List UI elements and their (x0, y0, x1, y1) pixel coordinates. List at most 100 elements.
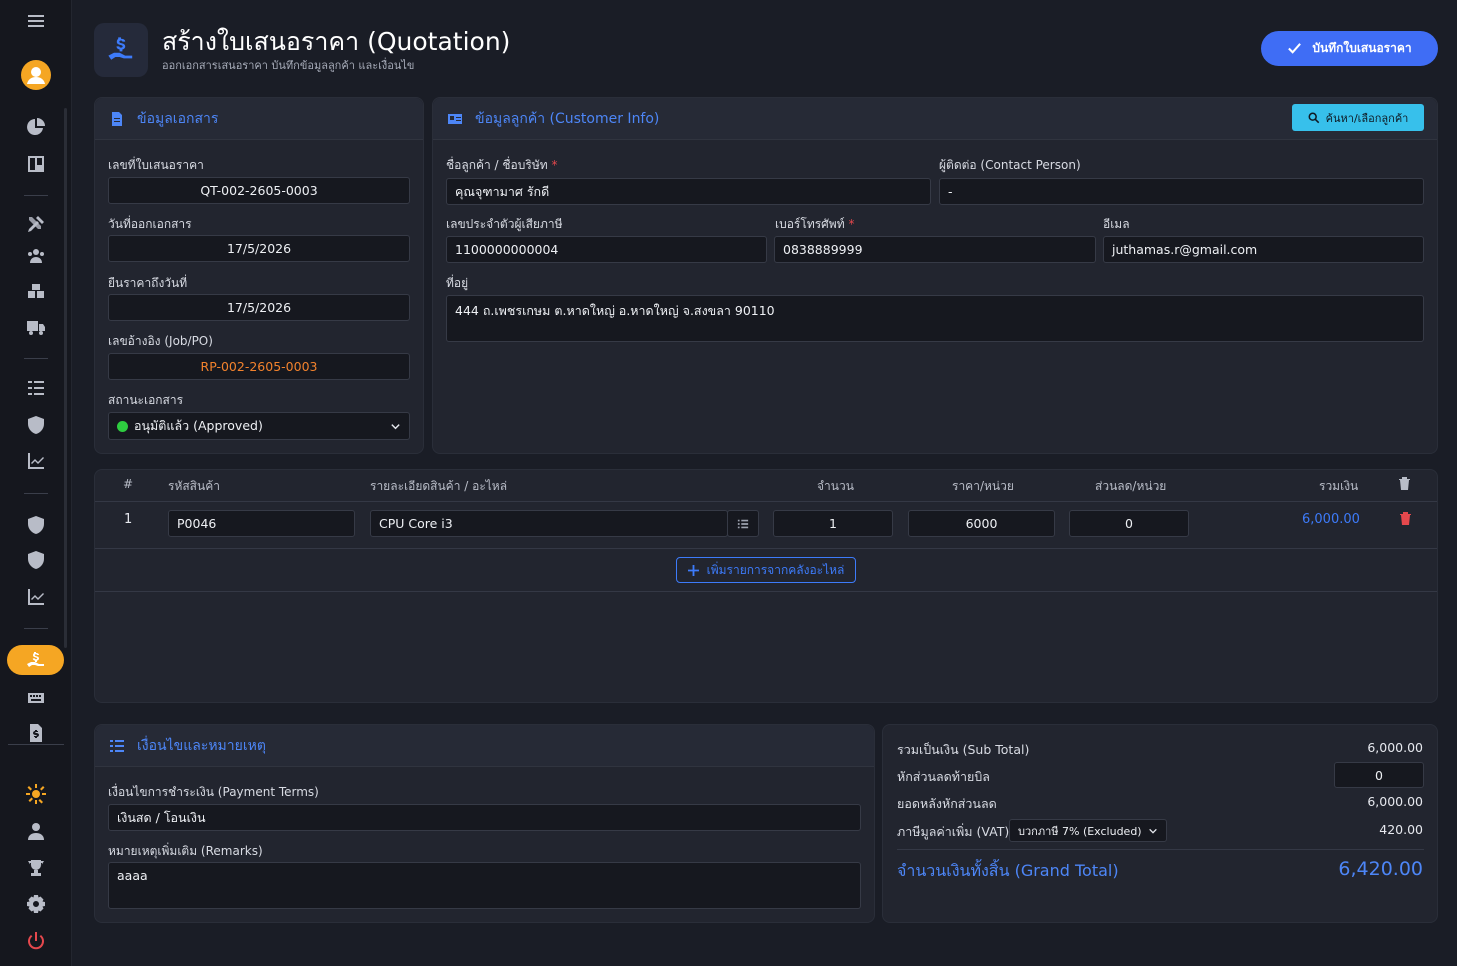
list-icon (737, 519, 749, 528)
col-price-header: ราคา/หน่วย (952, 479, 1014, 493)
delete-row-icon[interactable] (1399, 511, 1412, 525)
vat-select[interactable]: บวกภาษี 7% (Excluded) (1009, 819, 1167, 842)
tax-id-label: เลขประจำตัวผู้เสียภาษี (446, 217, 563, 231)
grand-total-value: 6,420.00 (1338, 858, 1423, 880)
boxes-icon[interactable] (0, 276, 72, 306)
remarks-field[interactable]: aaaa (108, 862, 861, 909)
reference-label: เลขอ้างอิง (Job/PO) (108, 334, 213, 348)
grand-total-label: จำนวนเงินทั้งสิ้น (Grand Total) (897, 861, 1119, 880)
phone-label: เบอร์โทรศัพท์ * (775, 217, 855, 231)
page-subtitle: ออกเอกสารเสนอราคา บันทึกข้อมูลลูกค้า และ… (162, 59, 415, 72)
issue-date-label: วันที่ออกเอกสาร (108, 217, 192, 231)
line-chart-icon[interactable] (0, 446, 72, 476)
col-discount-header: ส่วนลด/หน่วย (1095, 479, 1167, 493)
shield-icon[interactable] (0, 410, 72, 440)
trash-all-icon[interactable] (1398, 476, 1411, 490)
col-code-header: รหัสสินค้า (168, 479, 220, 493)
item-code-field[interactable]: P0046 (168, 510, 355, 537)
file-icon (112, 111, 122, 126)
status-label: สถานะเอกสาร (108, 393, 184, 407)
gear-icon[interactable] (0, 889, 72, 919)
vat-value: 420.00 (1379, 822, 1423, 837)
tools-icon[interactable] (0, 209, 72, 239)
quotation-nav-icon[interactable] (7, 645, 64, 675)
col-no-header: # (123, 477, 134, 491)
contact-person-label: ผู้ติดต่อ (Contact Person) (939, 158, 1081, 172)
email-label: อีเมล (1103, 217, 1130, 231)
chevron-down-icon (1149, 828, 1157, 834)
subtotal-label: รวมเป็นเงิน (Sub Total) (897, 742, 1030, 757)
board-icon[interactable] (0, 149, 72, 179)
email-field[interactable]: juthamas.r@gmail.com (1103, 236, 1424, 263)
customer-name-field[interactable]: คุณจุฑามาศ รักดี (446, 178, 931, 205)
status-select[interactable]: อนุมัติแล้ว (Approved) (108, 412, 410, 440)
item-discount-field[interactable]: 0 (1069, 510, 1189, 537)
user-avatar-icon[interactable] (0, 60, 72, 90)
customer-name-label: ชื่อลูกค้า / ชื่อบริษัท * (446, 158, 558, 172)
plus-icon (687, 564, 699, 576)
address-label: ที่อยู่ (446, 276, 469, 290)
row-divider (95, 548, 1437, 549)
contact-person-field[interactable]: - (939, 178, 1424, 205)
remarks-label: หมายเหตุเพิ่มเติม (Remarks) (108, 844, 263, 858)
vat-label: ภาษีมูลค่าเพิ่ม (VAT) (897, 824, 1010, 839)
subtotal-value: 6,000.00 (1367, 740, 1423, 755)
row-no: 1 (124, 512, 133, 527)
item-picker-button[interactable] (727, 510, 759, 537)
valid-until-label: ยืนราคาถึงวันที่ (108, 276, 188, 290)
status-value: อนุมัติแล้ว (Approved) (134, 418, 263, 433)
item-desc-field[interactable]: CPU Core i3 (370, 510, 728, 537)
user-tie-icon[interactable] (0, 816, 72, 846)
document-info-title: ข้อมูลเอกสาร (137, 110, 219, 127)
sun-settings-icon[interactable] (0, 779, 72, 809)
address-field[interactable]: 444 ถ.เพชรเกษม ต.หาดใหญ่ อ.หาดใหญ่ จ.สงข… (446, 295, 1424, 342)
tax-id-field[interactable]: 1100000000004 (446, 236, 767, 263)
chevron-down-icon (391, 423, 400, 429)
list-check-icon (110, 739, 124, 752)
shield-icon[interactable] (0, 545, 72, 575)
users-icon[interactable] (0, 241, 72, 271)
search-customer-button[interactable]: ค้นหา/เลือกลูกค้า (1292, 104, 1424, 131)
bill-discount-label: หักส่วนลดท้ายบิล (897, 769, 990, 784)
phone-field[interactable]: 0838889999 (774, 236, 1096, 263)
save-quotation-button[interactable]: บันทึกใบเสนอราคา (1261, 31, 1438, 66)
truck-icon[interactable] (0, 312, 72, 342)
quotation-header-icon (94, 23, 148, 77)
after-discount-value: 6,000.00 (1367, 794, 1423, 809)
items-card (94, 469, 1438, 703)
shield-icon[interactable] (0, 510, 72, 540)
item-price-field[interactable]: 6000 (908, 510, 1055, 537)
add-from-stock-button[interactable]: เพิ่มรายการจากคลังอะไหล่ (676, 557, 856, 583)
issue-date-field[interactable]: 17/5/2026 (108, 235, 410, 262)
after-discount-label: ยอดหลังหักส่วนลด (897, 796, 997, 811)
valid-until-field[interactable]: 17/5/2026 (108, 294, 410, 321)
vat-option: บวกภาษี 7% (Excluded) (1018, 824, 1142, 838)
reference-field[interactable]: RP-002-2605-0003 (108, 353, 410, 380)
payment-terms-label: เงื่อนไขการชำระเงิน (Payment Terms) (108, 785, 319, 799)
id-card-icon (448, 113, 462, 124)
payment-terms-field[interactable]: เงินสด / โอนเงิน (108, 804, 861, 831)
quote-no-field[interactable]: QT-002-2605-0003 (108, 177, 410, 204)
bill-discount-field[interactable]: 0 (1334, 762, 1424, 788)
customer-info-card: ข้อมูลลูกค้า (Customer Info) (432, 97, 1438, 454)
sidebar-scrollbar[interactable] (64, 108, 67, 648)
keyboard-icon[interactable] (0, 682, 72, 712)
check-icon (1288, 43, 1302, 54)
menu-icon[interactable] (0, 6, 72, 36)
col-desc-header: รายละเอียดสินค้า / อะไหล่ (370, 479, 508, 493)
header-divider (95, 501, 1437, 502)
trophy-icon[interactable] (0, 853, 72, 883)
list-check-icon[interactable] (0, 373, 72, 403)
power-icon[interactable] (0, 926, 72, 956)
pie-chart-icon[interactable] (0, 112, 72, 142)
add-divider (95, 591, 1437, 592)
line-chart-icon[interactable] (0, 582, 72, 612)
customer-info-title: ข้อมูลลูกค้า (Customer Info) (475, 110, 660, 127)
col-total-header: รวมเงิน (1319, 479, 1359, 493)
status-dot (117, 420, 128, 432)
col-qty-header: จำนวน (817, 479, 854, 493)
item-qty-field[interactable]: 1 (773, 510, 893, 537)
quote-no-label: เลขที่ใบเสนอราคา (108, 158, 204, 172)
item-total: 6,000.00 (1302, 512, 1360, 527)
sidebar (0, 0, 72, 966)
